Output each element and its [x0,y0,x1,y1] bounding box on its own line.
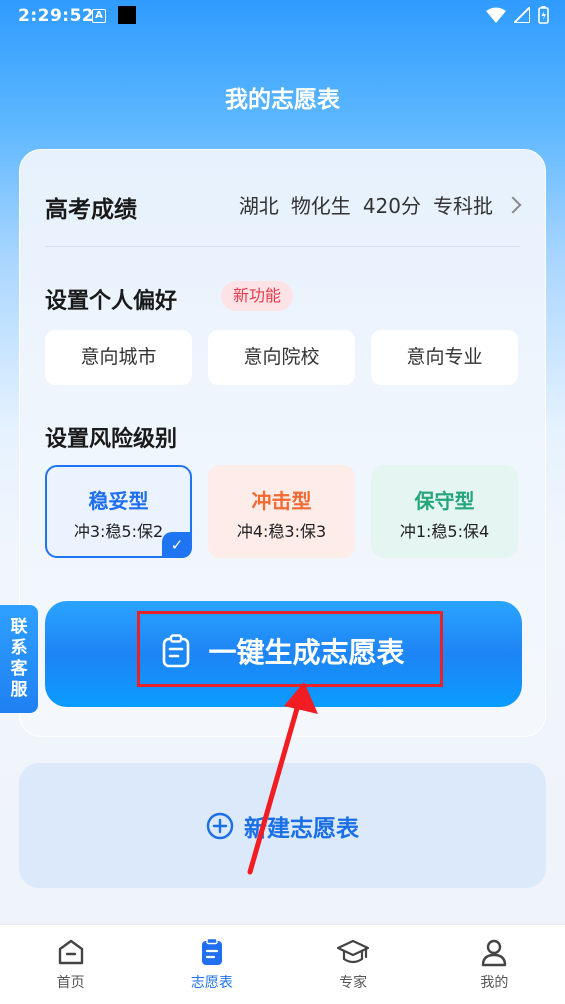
risk-option-name: 冲击型 [251,489,312,513]
risk-level-title: 设置风险级别 [45,427,178,452]
wish-settings-card: 高考成绩 湖北 物化生 420分 专科批 设置个人偏好 新功能 意向城市 意向院… [19,149,546,737]
plus-circle-icon [206,812,234,839]
a-notification-icon: A [92,9,106,23]
risk-option-conservative[interactable]: 保守型 冲1:稳5:保4 [371,465,518,558]
page-title: 我的志愿表 [225,87,340,113]
intended-city-button[interactable]: 意向城市 [45,330,192,385]
preference-title: 设置个人偏好 [45,289,178,314]
side-tab-char: 服 [10,680,28,700]
nav-home[interactable]: 首页 [0,925,141,1004]
wifi-icon [486,7,506,23]
user-icon [482,939,507,967]
generate-wish-table-button[interactable]: 一键生成志愿表 [45,601,522,707]
divider [45,246,520,247]
risk-option-aggressive[interactable]: 冲击型 冲4:稳3:保3 [208,465,355,558]
score-points: 420分 [362,194,421,218]
nav-wish-table[interactable]: 志愿表 [141,925,282,1004]
side-tab-char: 系 [10,638,28,658]
battery-icon [538,6,549,24]
score-batch: 专科批 [433,194,493,218]
home-icon [58,939,83,965]
black-square-icon [118,6,136,24]
side-tab-char: 客 [10,659,28,679]
nav-experts[interactable]: 专家 [283,925,424,1004]
score-info-row[interactable]: 湖北 物化生 420分 专科批 [227,190,522,219]
risk-option-ratio: 冲1:稳5:保4 [399,522,490,541]
chevron-right-icon [504,196,522,213]
nav-label: 首页 [56,975,85,991]
contact-service-tab[interactable]: 联 系 客 服 [0,605,38,713]
risk-option-name: 稳妥型 [88,489,149,513]
nav-label: 我的 [480,975,509,991]
new-table-label: 新建志愿表 [244,815,359,842]
bottom-nav: 首页 志愿表 专家 我的 [0,924,565,1004]
risk-option-stable[interactable]: 稳妥型 冲3:稳5:保2 ✓ [45,465,192,558]
new-feature-badge: 新功能 [221,281,294,311]
intended-school-button[interactable]: 意向院校 [208,330,355,385]
clipboard-icon [201,937,222,965]
signal-icon [514,7,530,23]
side-tab-char: 联 [10,617,28,637]
status-time: 2:29:52 [18,6,95,26]
nav-label: 志愿表 [190,975,233,991]
score-province: 湖北 [238,194,279,218]
highlight-box [137,611,443,687]
risk-level-options: 稳妥型 冲3:稳5:保2 ✓ 冲击型 冲4:稳3:保3 保守型 冲1:稳5:保4 [45,465,518,558]
new-wish-table-button[interactable]: 新建志愿表 [19,763,546,888]
score-label: 高考成绩 [45,197,137,223]
score-subjects: 物化生 [290,194,351,218]
check-icon: ✓ [162,532,192,558]
risk-option-ratio: 冲4:稳3:保3 [236,522,327,541]
preference-options: 意向城市 意向院校 意向专业 [45,330,518,385]
nav-mine[interactable]: 我的 [424,925,565,1004]
status-bar: 2:29:52 A [0,0,565,32]
graduation-cap-icon [337,939,370,964]
nav-label: 专家 [339,975,368,991]
intended-major-button[interactable]: 意向专业 [371,330,518,385]
risk-option-name: 保守型 [414,489,475,513]
status-icons [486,6,549,24]
